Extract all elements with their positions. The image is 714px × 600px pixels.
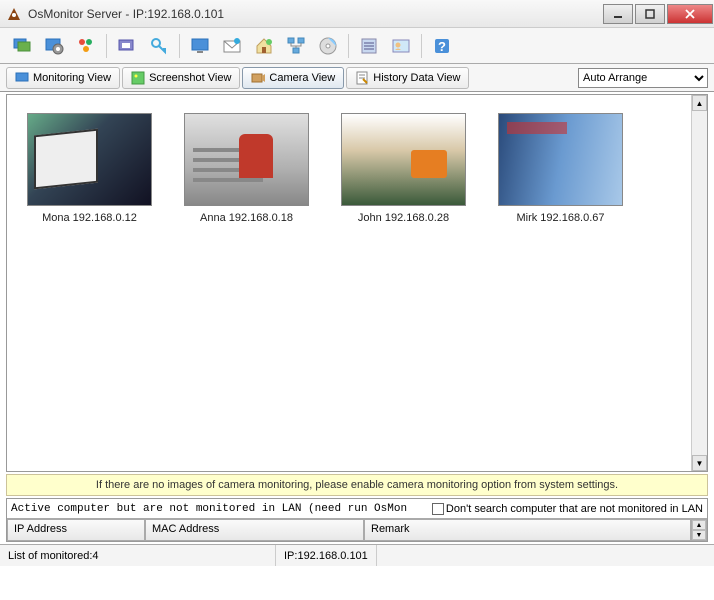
users-icon[interactable]	[72, 32, 100, 60]
camera-thumbnail[interactable]	[498, 113, 623, 206]
help-icon[interactable]: ?	[428, 32, 456, 60]
header-mac-address[interactable]: MAC Address	[145, 519, 364, 541]
bottom-panel: Active computer but are not monitored in…	[6, 498, 708, 542]
document-small-icon	[355, 71, 369, 85]
screenshot-icon[interactable]	[113, 32, 141, 60]
list-icon[interactable]	[355, 32, 383, 60]
network-icon[interactable]	[282, 32, 310, 60]
title-bar: OsMonitor Server - IP:192.168.0.101	[0, 0, 714, 28]
header-remark[interactable]: Remark	[364, 519, 691, 541]
status-ip: IP:192.168.0.101	[276, 545, 377, 566]
tab-history-view[interactable]: History Data View	[346, 67, 469, 89]
tab-label: Camera View	[269, 72, 335, 84]
camera-label: Mirk 192.168.0.67	[516, 212, 604, 224]
home-icon[interactable]	[250, 32, 278, 60]
bottom-status-row: Active computer but are not monitored in…	[7, 499, 707, 519]
scroll-down-button[interactable]: ▼	[692, 455, 707, 471]
mail-icon[interactable]	[218, 32, 246, 60]
monitor-small-icon	[15, 71, 29, 85]
info-message-text: If there are no images of camera monitor…	[96, 479, 618, 491]
camera-label: Mona 192.168.0.12	[42, 212, 137, 224]
display-icon[interactable]	[186, 32, 214, 60]
main-panel: Mona 192.168.0.12 Anna 192.168.0.18 John…	[6, 94, 708, 472]
camera-small-icon	[251, 71, 265, 85]
monitor-icon[interactable]	[8, 32, 36, 60]
dont-search-checkbox[interactable]	[432, 503, 444, 515]
toolbar-separator	[106, 34, 107, 58]
header-ip-address[interactable]: IP Address	[7, 519, 145, 541]
bottom-status-text: Active computer but are not monitored in…	[7, 503, 432, 515]
camera-label: Anna 192.168.0.18	[200, 212, 293, 224]
minimize-button[interactable]	[603, 4, 633, 24]
toolbar-separator	[348, 34, 349, 58]
camera-thumbnail[interactable]	[341, 113, 466, 206]
toolbar-separator	[421, 34, 422, 58]
tab-label: History Data View	[373, 72, 460, 84]
tab-monitoring-view[interactable]: Monitoring View	[6, 67, 120, 89]
bottom-table-headers: IP Address MAC Address Remark ▲ ▼	[7, 519, 707, 541]
maximize-button[interactable]	[635, 4, 665, 24]
main-toolbar: ?	[0, 28, 714, 64]
vertical-scrollbar[interactable]: ▲ ▼	[691, 95, 707, 471]
camera-label: John 192.168.0.28	[358, 212, 449, 224]
settings-icon[interactable]	[40, 32, 68, 60]
close-button[interactable]	[667, 4, 713, 24]
camera-item[interactable]: Mirk 192.168.0.67	[498, 113, 623, 224]
tab-label: Screenshot View	[149, 72, 231, 84]
toolbar-separator	[179, 34, 180, 58]
app-icon	[6, 6, 22, 22]
tab-camera-view[interactable]: Camera View	[242, 67, 344, 89]
scroll-up-small[interactable]: ▲	[692, 520, 706, 530]
status-monitored-count: List of monitored:4	[0, 545, 276, 566]
camera-item[interactable]: John 192.168.0.28	[341, 113, 466, 224]
window-title: OsMonitor Server - IP:192.168.0.101	[28, 7, 602, 21]
scroll-up-button[interactable]: ▲	[692, 95, 707, 111]
key-icon[interactable]	[145, 32, 173, 60]
window-controls	[602, 4, 714, 24]
camera-item[interactable]: Mona 192.168.0.12	[27, 113, 152, 224]
camera-item[interactable]: Anna 192.168.0.18	[184, 113, 309, 224]
info-message-bar: If there are no images of camera monitor…	[6, 474, 708, 496]
status-bar: List of monitored:4 IP:192.168.0.101	[0, 544, 714, 566]
scroll-down-small[interactable]: ▼	[692, 530, 706, 540]
dont-search-label: Don't search computer that are not monit…	[446, 503, 707, 515]
tab-screenshot-view[interactable]: Screenshot View	[122, 67, 240, 89]
table-scroll-buttons: ▲ ▼	[691, 519, 707, 541]
camera-grid-area[interactable]: Mona 192.168.0.12 Anna 192.168.0.18 John…	[7, 95, 691, 471]
disc-icon[interactable]	[314, 32, 342, 60]
arrange-dropdown[interactable]: Auto Arrange	[578, 68, 708, 88]
camera-thumbnail[interactable]	[184, 113, 309, 206]
image-small-icon	[131, 71, 145, 85]
camera-thumbnail[interactable]	[27, 113, 152, 206]
tab-label: Monitoring View	[33, 72, 111, 84]
user-card-icon[interactable]	[387, 32, 415, 60]
svg-text:?: ?	[438, 39, 446, 54]
view-tabs-bar: Monitoring View Screenshot View Camera V…	[0, 64, 714, 92]
